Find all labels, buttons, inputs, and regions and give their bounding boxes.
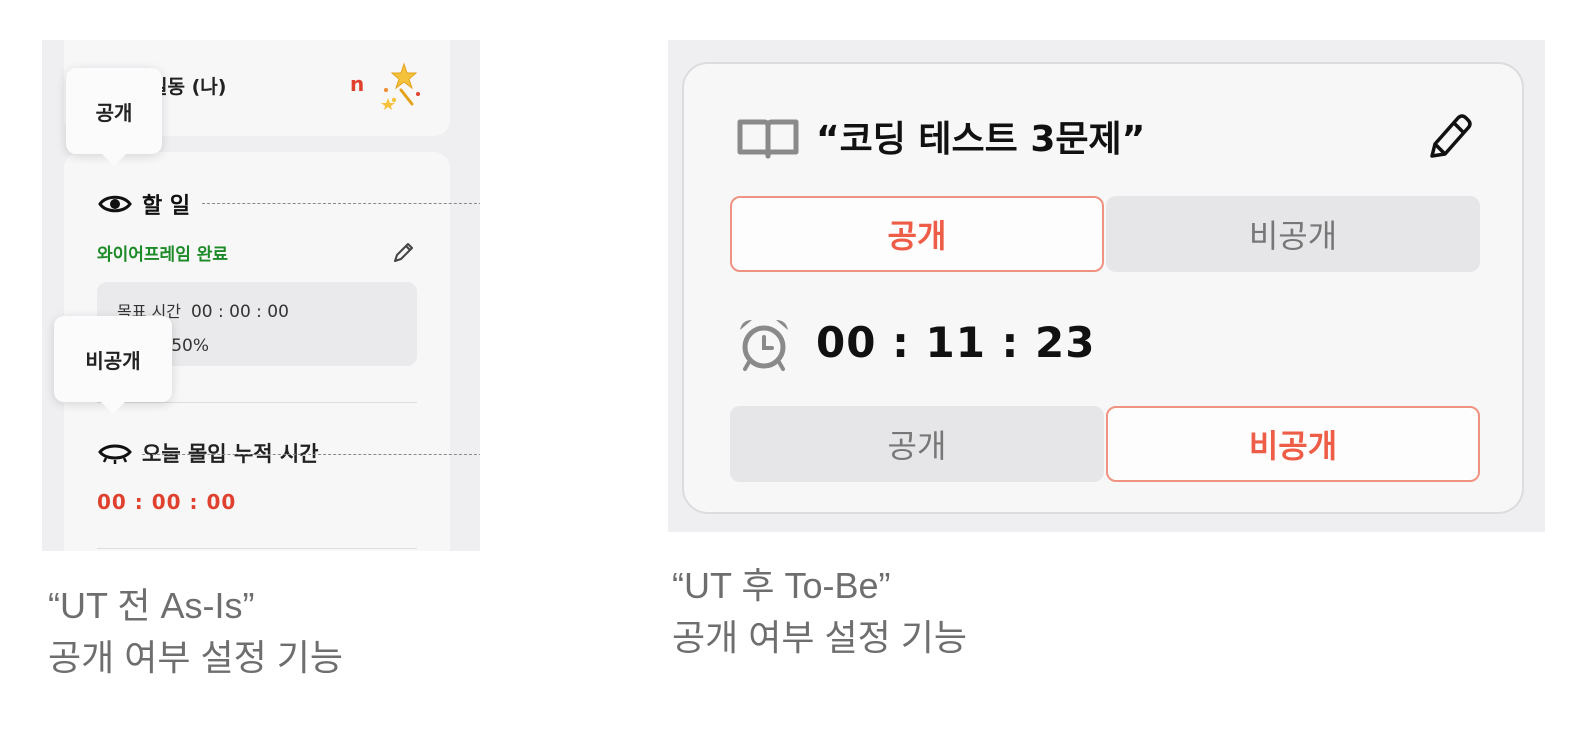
annotation-line bbox=[142, 454, 480, 455]
pencil-icon[interactable] bbox=[1424, 112, 1474, 162]
caption-asis-subtitle: 공개 여부 설정 기능 bbox=[48, 637, 343, 678]
divider bbox=[97, 548, 417, 549]
focus-header[interactable]: 오늘 몰입 누적 시간 bbox=[98, 438, 319, 468]
task-name: 와이어프레임 완료 bbox=[97, 245, 229, 265]
goal-value: 00 : 00 : 00 bbox=[190, 302, 289, 322]
caption-asis-title: “UT 전 As-Is” bbox=[48, 585, 255, 626]
sparkle-icon bbox=[381, 62, 420, 110]
visibility-public-button[interactable]: 공개 bbox=[730, 196, 1104, 272]
timer-value: 00 : 11 : 23 bbox=[816, 318, 1096, 367]
asis-screenshot: 길동 (나) n 할 일 와이어프레임 완료 목표 시간 00 : 00 : 00… bbox=[42, 40, 480, 551]
focus-label: 오늘 몰입 누적 시간 bbox=[142, 442, 319, 466]
focus-time: 00 : 00 : 00 bbox=[97, 490, 237, 514]
caption-tobe: “UT 후 To-Be” 공개 여부 설정 기능 bbox=[672, 560, 967, 664]
visibility-private-button[interactable]: 비공개 bbox=[1106, 196, 1480, 272]
caption-tobe-title: “UT 후 To-Be” bbox=[672, 565, 891, 606]
tooltip-private: 비공개 bbox=[54, 316, 172, 414]
visibility-public-button[interactable]: 공개 bbox=[730, 406, 1104, 482]
todo-header[interactable]: 할 일 bbox=[98, 188, 190, 220]
divider bbox=[97, 402, 417, 403]
eye-closed-icon[interactable] bbox=[98, 442, 132, 464]
visibility-private-button[interactable]: 비공개 bbox=[1106, 406, 1480, 482]
new-badge: n bbox=[350, 72, 365, 96]
book-icon bbox=[737, 119, 799, 159]
todo-label: 할 일 bbox=[142, 194, 191, 219]
tobe-screenshot: “코딩 테스트 3문제” 공개 비공개 00 : 11 : 23 공개 비공개 bbox=[668, 40, 1545, 532]
caption-asis: “UT 전 As-Is” 공개 여부 설정 기능 bbox=[48, 580, 343, 684]
task-card: “코딩 테스트 3문제” 공개 비공개 00 : 11 : 23 공개 비공개 bbox=[682, 62, 1524, 514]
alarm-clock-icon bbox=[740, 320, 788, 371]
caption-tobe-subtitle: 공개 여부 설정 기능 bbox=[672, 617, 967, 658]
annotation-line bbox=[202, 203, 480, 204]
rate-value: 50% bbox=[171, 336, 209, 356]
task-title: “코딩 테스트 3문제” bbox=[816, 119, 1146, 160]
eye-icon[interactable] bbox=[98, 192, 132, 216]
pencil-icon[interactable] bbox=[390, 240, 416, 266]
tooltip-public: 공개 bbox=[66, 68, 162, 166]
